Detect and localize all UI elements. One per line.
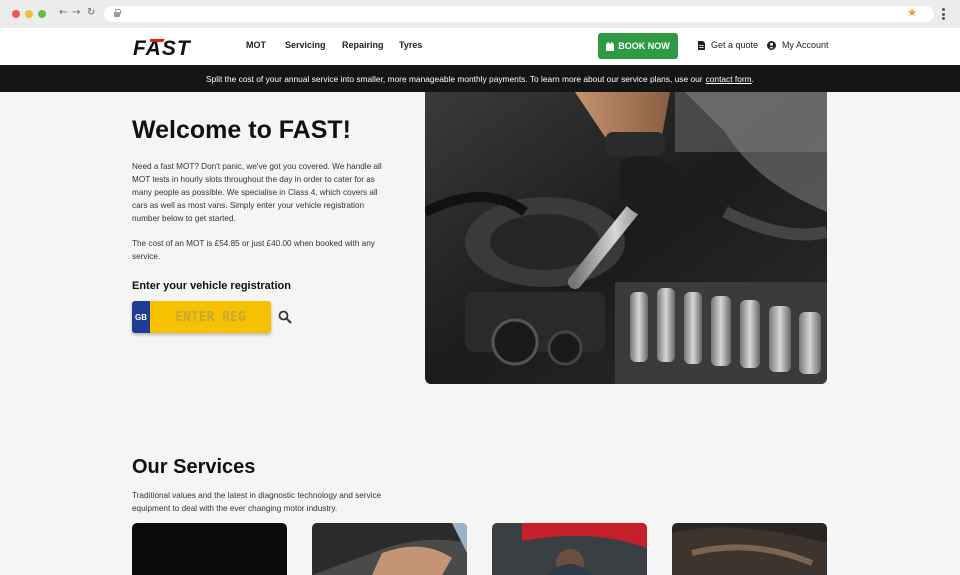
user-icon	[767, 40, 776, 50]
menu-dots-icon[interactable]	[942, 8, 946, 20]
nav-tyres[interactable]: Tyres	[399, 40, 422, 50]
services-description: Traditional values and the latest in dia…	[132, 491, 382, 513]
reg-input[interactable]	[150, 301, 271, 333]
calendar-icon	[606, 41, 615, 51]
book-now-button[interactable]: BOOK NOW	[598, 33, 678, 59]
my-account-link[interactable]: My Account	[767, 40, 829, 50]
contact-form-link[interactable]: contact form	[706, 74, 752, 84]
site-header: FAST MOT Servicing Repairing Tyres BOOK …	[0, 28, 960, 65]
reload-icon[interactable]: ↻	[87, 7, 95, 18]
my-account-label: My Account	[782, 40, 829, 50]
get-quote-link[interactable]: Get a quote	[698, 40, 758, 50]
banner-text: Split the cost of your annual service in…	[206, 73, 703, 84]
mot-price-text: The cost of an MOT is £54.85 or just £40…	[132, 239, 375, 261]
get-quote-label: Get a quote	[711, 40, 759, 50]
service-card-image[interactable]	[492, 523, 647, 575]
nav-repairing[interactable]: Repairing	[342, 40, 384, 50]
services-title: Our Services	[132, 456, 256, 478]
reg-plate: GB	[132, 301, 271, 333]
minimize-window-button[interactable]	[25, 10, 33, 18]
address-bar[interactable]: ★	[104, 6, 934, 22]
back-arrow-icon[interactable]: ←	[59, 7, 67, 18]
plate-country-badge: GB	[132, 301, 150, 333]
nav-servicing[interactable]: Servicing	[285, 40, 326, 50]
reg-label: Enter your vehicle registration	[132, 280, 291, 292]
close-window-button[interactable]	[12, 10, 20, 18]
star-icon[interactable]: ★	[907, 6, 917, 19]
lock-icon	[114, 9, 121, 17]
browser-chrome: ← → ↻ ★	[0, 0, 960, 28]
search-icon[interactable]	[278, 310, 292, 324]
maximize-window-button[interactable]	[38, 10, 46, 18]
book-now-label: BOOK NOW	[618, 41, 670, 51]
nav-mot[interactable]: MOT	[246, 40, 266, 50]
document-icon	[698, 40, 705, 50]
hero-intro-text: Need a fast MOT? Don't panic, we've got …	[132, 162, 382, 223]
service-card-image[interactable]	[312, 523, 467, 575]
forward-arrow-icon[interactable]: →	[72, 7, 80, 18]
service-card-image[interactable]	[672, 523, 827, 575]
banner-suffix: .	[751, 73, 754, 84]
page-title: Welcome to FAST!	[132, 116, 352, 144]
engine-photo	[425, 92, 827, 384]
service-plan-banner: Split the cost of your annual service in…	[0, 65, 960, 92]
service-card-image[interactable]	[132, 523, 287, 575]
fast-logo[interactable]: FAST	[132, 35, 208, 59]
